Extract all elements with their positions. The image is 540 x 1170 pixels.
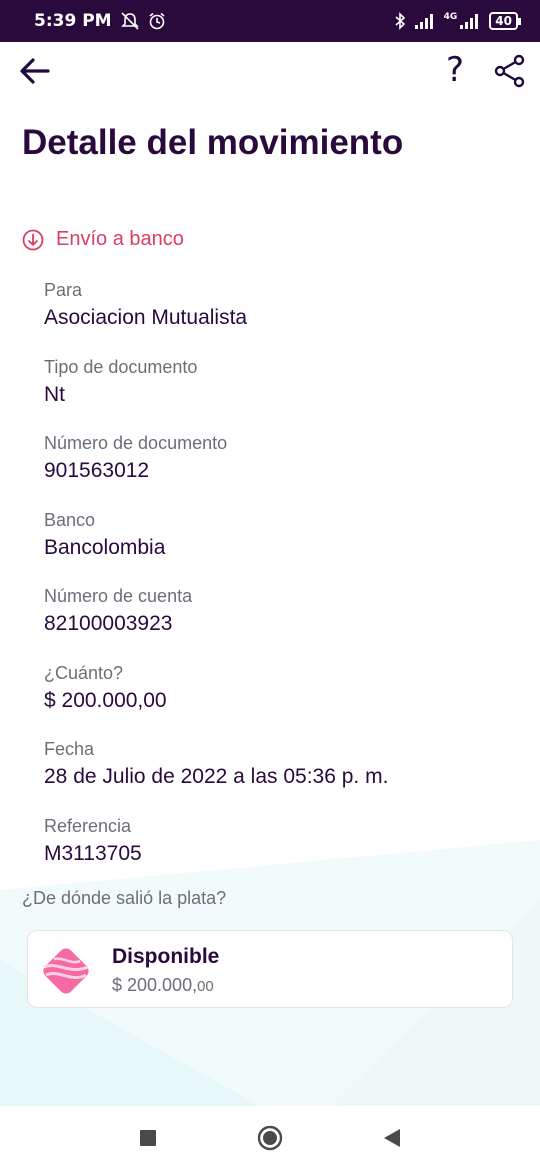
detail-value: $ 200.000,00 — [44, 688, 167, 712]
detail-bank: Banco Bancolombia — [44, 508, 514, 585]
detail-value: 901563012 — [44, 459, 150, 482]
movement-type: Envío a banco — [22, 228, 184, 251]
detail-reference: Referencia M3113705 — [44, 814, 514, 891]
source-account-card[interactable]: Disponible $ 200.000,00 — [27, 930, 513, 1008]
source-account-amount: $ 200.000,00 — [112, 975, 214, 996]
page-title: Detalle del movimiento — [22, 123, 404, 162]
back-arrow-icon[interactable] — [18, 54, 52, 88]
amount-main: $ 200.000, — [112, 975, 198, 995]
source-question: ¿De dónde salió la plata? — [22, 888, 227, 908]
recent-apps-icon[interactable] — [134, 1124, 162, 1152]
detail-label: Fecha — [44, 739, 95, 759]
help-icon[interactable]: ? — [440, 50, 470, 90]
detail-document-number: Número de documento 901563012 — [44, 431, 514, 508]
status-time: 5:39 PM — [34, 11, 112, 31]
detail-value: 28 de Julio de 2022 a las 05:36 p. m. — [44, 765, 389, 788]
signal-icon — [414, 14, 433, 29]
alarm-icon — [149, 12, 165, 30]
detail-document-type: Tipo de documento Nt — [44, 355, 514, 432]
detail-label: Tipo de documento — [44, 356, 198, 377]
detail-value: Nt — [44, 382, 65, 406]
detail-account-number: Número de cuenta 82100003923 — [44, 584, 514, 661]
detail-value: 82100003923 — [44, 612, 173, 635]
detail-label: Para — [44, 280, 83, 300]
back-icon[interactable] — [378, 1124, 406, 1152]
detail-label: ¿Cuánto? — [44, 662, 124, 683]
detail-label: Banco — [44, 509, 96, 530]
mute-icon — [120, 12, 139, 30]
share-icon[interactable] — [494, 54, 526, 88]
detail-value: M3113705 — [44, 841, 142, 865]
detail-amount: ¿Cuánto? $ 200.000,00 — [44, 661, 514, 738]
battery-indicator: 40 — [489, 12, 521, 30]
detail-label: Referencia — [44, 815, 132, 836]
signal-icon — [460, 14, 479, 29]
network-type: 4G — [443, 12, 458, 22]
source-account-name: Disponible — [112, 945, 220, 968]
wallet-icon — [43, 948, 89, 994]
detail-to: Para Asociacion Mutualista — [44, 278, 514, 355]
status-bar: 5:39 PM 4G 40 — [0, 0, 540, 42]
detail-date: Fecha 28 de Julio de 2022 a las 05:36 p.… — [44, 737, 514, 814]
detail-label: Número de cuenta — [44, 586, 193, 606]
arrow-down-circle-icon — [22, 229, 44, 250]
home-icon[interactable] — [256, 1124, 284, 1152]
movement-type-label: Envío a banco — [56, 228, 184, 250]
amount-cents: 00 — [197, 978, 214, 995]
detail-value: Bancolombia — [44, 535, 166, 559]
detail-label: Número de documento — [44, 433, 228, 453]
detail-value: Asociacion Mutualista — [44, 306, 248, 329]
system-navigation-bar — [0, 1106, 540, 1170]
top-app-bar: ? — [0, 42, 540, 102]
bluetooth-icon — [395, 12, 405, 30]
movement-details: Para Asociacion Mutualista Tipo de docum… — [44, 278, 514, 890]
